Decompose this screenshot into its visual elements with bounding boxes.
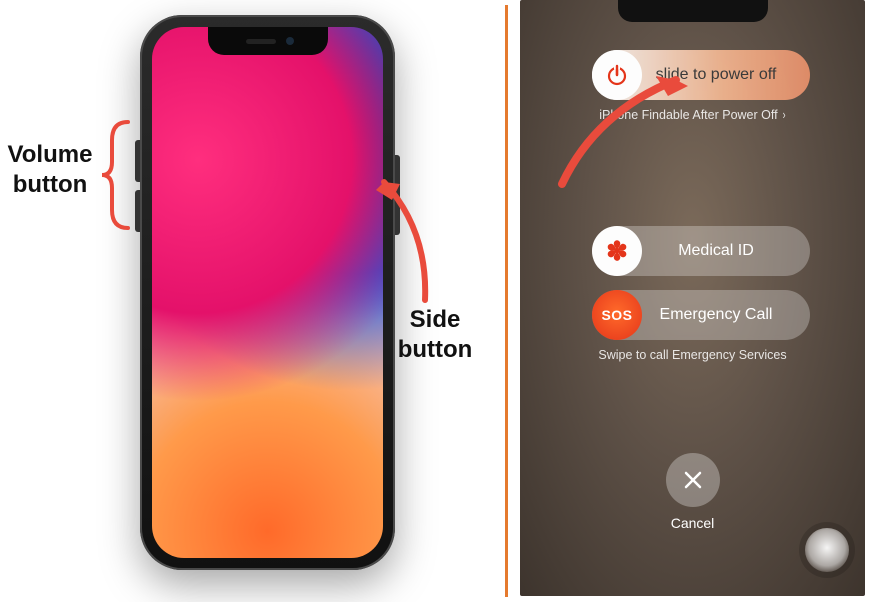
side-button-label: Side button (385, 305, 485, 365)
emergency-call-text: Emergency Call (642, 306, 810, 324)
arrow-annotation-side (370, 170, 440, 310)
medical-id-text: Medical ID (642, 242, 810, 260)
iphone-device (140, 15, 395, 570)
power-off-screen: slide to power off iPhone Findable After… (520, 0, 865, 596)
brace-annotation (98, 120, 132, 230)
medical-id-icon: ✽ (592, 226, 642, 276)
emergency-call-slider[interactable]: SOS Emergency Call (592, 290, 810, 340)
volume-button-label: Volume button (0, 140, 100, 200)
asterisk-icon: ✽ (606, 238, 628, 264)
medical-id-slider[interactable]: ✽ Medical ID (592, 226, 810, 276)
chevron-right-icon: › (782, 108, 785, 122)
close-icon (666, 453, 720, 507)
notch (618, 0, 768, 22)
arrow-annotation-power (556, 72, 706, 192)
sos-icon: SOS (592, 290, 642, 340)
volume-up-button[interactable] (135, 140, 140, 182)
panel-divider (505, 5, 508, 597)
phone-screen (152, 27, 383, 558)
swipe-instruction: Swipe to call Emergency Services (520, 348, 865, 362)
cancel-label: Cancel (666, 515, 720, 531)
volume-down-button[interactable] (135, 190, 140, 232)
left-panel: Volume button Side button (0, 0, 505, 602)
right-panel: slide to power off iPhone Findable After… (520, 0, 865, 602)
cancel-button[interactable]: Cancel (666, 453, 720, 531)
notch (208, 27, 328, 55)
assistive-touch-button[interactable] (805, 528, 849, 572)
